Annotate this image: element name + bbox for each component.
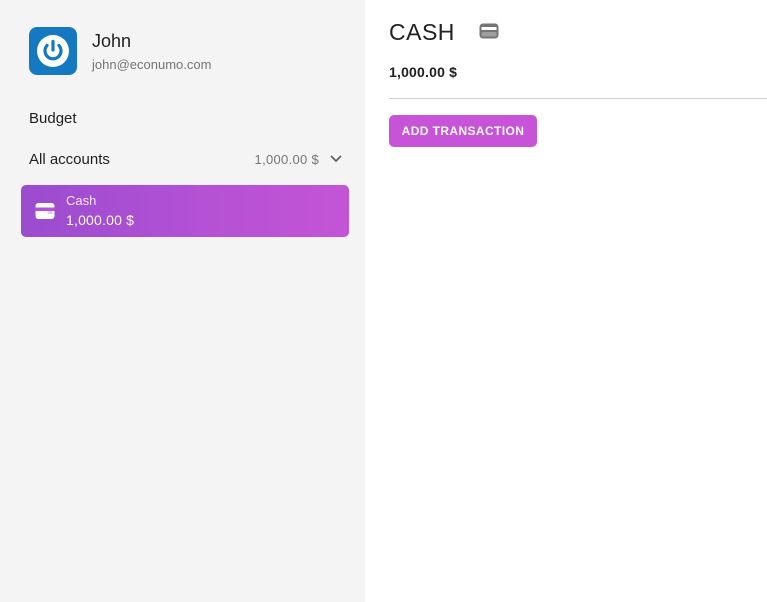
all-accounts-total: 1,000.00 $ bbox=[254, 151, 319, 167]
page-title: CASH bbox=[389, 19, 455, 45]
user-email: john@econumo.com bbox=[92, 56, 212, 72]
account-item-cash[interactable]: Cash 1,000.00 $ bbox=[21, 185, 349, 237]
account-detail: CASH 1,000.00 $ ADD TRANSACTION bbox=[365, 0, 767, 602]
user-profile[interactable]: John john@econumo.com bbox=[29, 27, 211, 75]
account-balance: 1,000.00 $ bbox=[66, 212, 135, 228]
sidebar: John john@econumo.com Budget All account… bbox=[0, 0, 365, 602]
user-name: John bbox=[92, 30, 132, 51]
account-name: Cash bbox=[66, 193, 97, 208]
power-logo-icon bbox=[37, 35, 69, 67]
add-transaction-button[interactable]: ADD TRANSACTION bbox=[389, 115, 537, 147]
all-accounts-label: All accounts bbox=[29, 150, 110, 168]
avatar bbox=[29, 27, 77, 75]
wallet-icon bbox=[479, 23, 499, 39]
all-accounts-toggle[interactable]: All accounts 1,000.00 $ bbox=[29, 148, 343, 170]
account-balance-value: 1,000.00 $ bbox=[389, 64, 458, 80]
chevron-down-icon[interactable] bbox=[329, 152, 343, 166]
divider bbox=[389, 98, 767, 99]
sidebar-item-budget[interactable]: Budget bbox=[29, 110, 77, 127]
wallet-icon bbox=[35, 201, 55, 221]
